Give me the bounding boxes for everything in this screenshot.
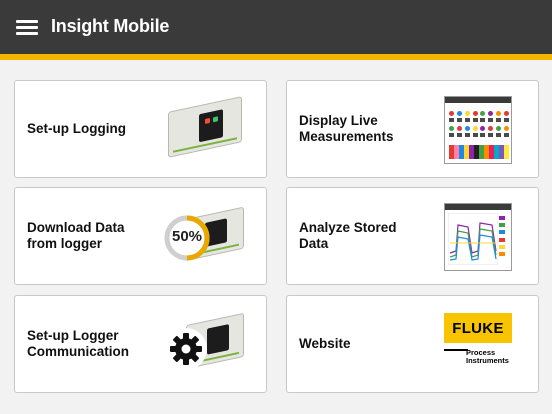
fluke-logo-text: FLUKE bbox=[452, 319, 504, 337]
tile-label: Set-up Logging bbox=[27, 120, 126, 136]
tile-setup-logger-communication[interactable]: Set-up Logger Communication bbox=[14, 295, 267, 393]
tile-label: Website bbox=[299, 335, 351, 351]
logger-communication-image bbox=[164, 309, 246, 381]
tablet-screen bbox=[444, 203, 512, 271]
logger-body bbox=[168, 96, 242, 158]
logo-subtitle: Process Instruments bbox=[466, 348, 509, 366]
tile-label: Download Data from logger bbox=[27, 219, 125, 251]
logo-divider bbox=[444, 349, 468, 351]
hamburger-menu-icon[interactable] bbox=[16, 18, 38, 36]
menu-line bbox=[16, 32, 38, 35]
app-title: Insight Mobile bbox=[51, 16, 170, 36]
fluke-logo-image: FLUKE Process Instruments bbox=[436, 309, 518, 381]
logger-screen bbox=[207, 324, 229, 355]
trend-chart-screen-image bbox=[436, 201, 518, 273]
trend-chart-icon bbox=[448, 213, 498, 265]
logger-screen bbox=[199, 109, 223, 143]
menu-line bbox=[16, 20, 38, 23]
tile-label: Display Live Measurements bbox=[299, 112, 394, 144]
tile-label: Set-up Logger Communication bbox=[27, 327, 130, 359]
tile-display-live-measurements[interactable]: Display Live Measurements bbox=[286, 80, 539, 178]
app-bar: Insight Mobile bbox=[0, 0, 552, 54]
gear-icon bbox=[165, 328, 207, 370]
color-bars bbox=[449, 145, 509, 159]
progress-badge: 50% bbox=[171, 228, 203, 245]
fluke-logo-box: FLUKE bbox=[444, 313, 512, 343]
accent-bar bbox=[0, 54, 552, 60]
logger-device-image bbox=[164, 94, 246, 166]
menu-line bbox=[16, 26, 38, 29]
tile-analyze-stored-data[interactable]: Analyze Stored Data bbox=[286, 187, 539, 285]
tile-website[interactable]: Website FLUKE Process Instruments bbox=[286, 295, 539, 393]
tile-download-data[interactable]: Download Data from logger 50% bbox=[14, 187, 267, 285]
tile-setup-logging[interactable]: Set-up Logging bbox=[14, 80, 267, 178]
live-measurements-screen-image bbox=[436, 94, 518, 166]
logger-download-image: 50% bbox=[164, 201, 246, 273]
screen-header bbox=[445, 204, 511, 210]
screen-header bbox=[445, 97, 511, 103]
tile-label: Analyze Stored Data bbox=[299, 219, 397, 251]
chart-legend bbox=[499, 216, 508, 256]
tablet-screen bbox=[444, 96, 512, 164]
